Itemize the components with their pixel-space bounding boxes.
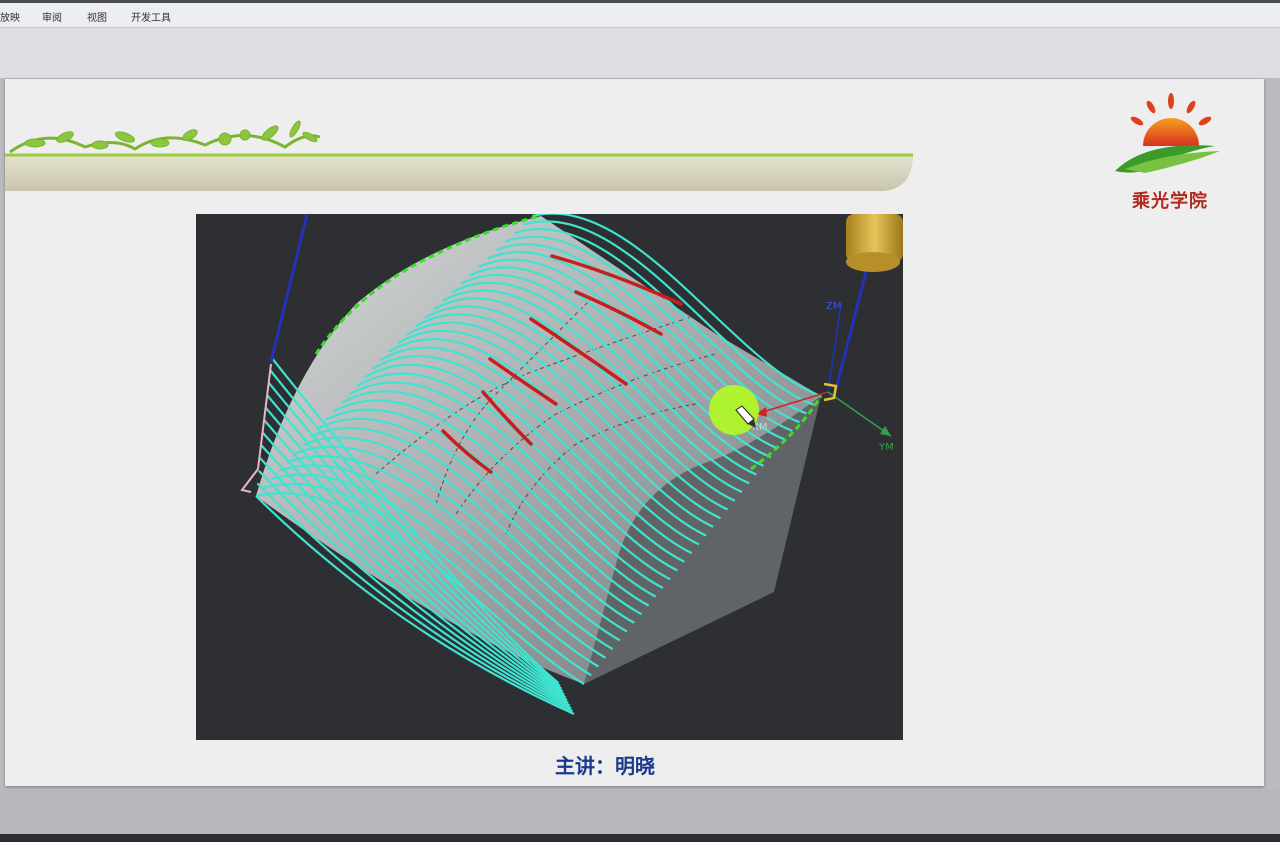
ribbon-area (0, 28, 1280, 78)
logo-text: 乘光学院 (1132, 191, 1208, 212)
cursor-highlight (709, 385, 759, 435)
decorative-vine-banner (5, 120, 913, 191)
menu-item-view[interactable]: 视图 (87, 9, 107, 24)
ribbon-menu-bar: 放映 审阅 视图 开发工具 (0, 0, 1280, 28)
cam-toolpath-viewport: ZM XM YM (196, 214, 903, 740)
menu-item-slideshow[interactable]: 放映 (0, 9, 20, 24)
axis-label-zm: ZM (826, 301, 841, 312)
cutting-tool-icon (846, 214, 903, 272)
slide-canvas: 乘光学院 ZM XM YM 主讲：明晓 (5, 79, 1264, 786)
toolpath-render: ZM XM YM (240, 214, 903, 716)
axis-label-ym: YM (878, 442, 894, 453)
window-bottom-edge (0, 834, 1280, 842)
speaker-caption: 主讲：明晓 (555, 754, 655, 778)
menu-item-review[interactable]: 审阅 (42, 9, 62, 24)
brand-logo: 乘光学院 (1105, 91, 1235, 212)
sun-logo-icon (1115, 93, 1220, 173)
menu-item-developer[interactable]: 开发工具 (131, 9, 171, 24)
